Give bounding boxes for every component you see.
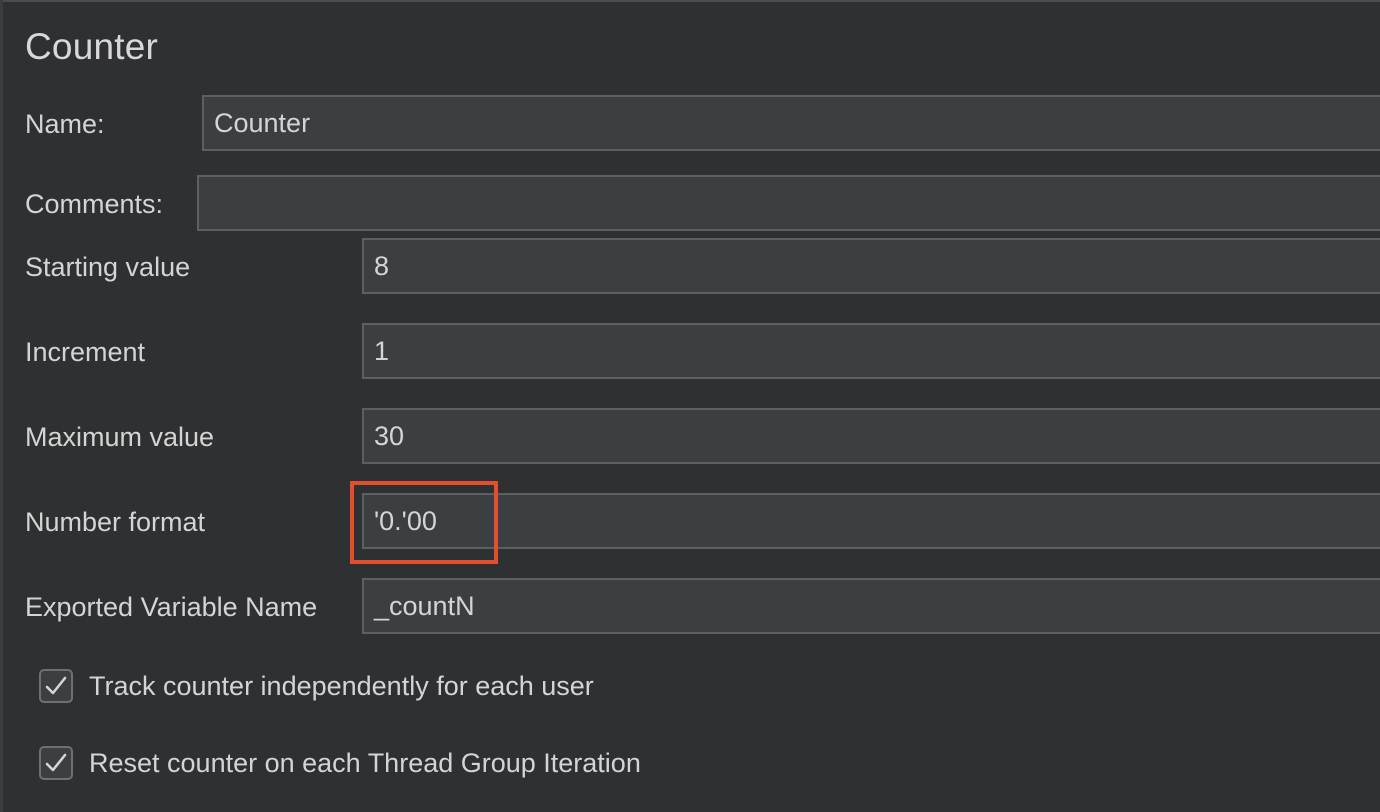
track-independently-checkbox[interactable] [39,669,73,703]
track-independently-label: Track counter independently for each use… [89,671,594,701]
increment-field-value: 1 [374,336,390,366]
increment-label: Increment [25,337,146,367]
panel-title: Counter [25,26,159,67]
name-label: Name: [25,109,105,139]
number-format-field-value: '0.'00 [374,506,437,536]
reset-each-iteration-label: Reset counter on each Thread Group Itera… [89,748,641,778]
reset-each-iteration-option[interactable]: Reset counter on each Thread Group Itera… [39,743,641,783]
window-top-edge [0,0,1380,2]
starting-value-field[interactable]: 8 [362,238,1380,294]
increment-field[interactable]: 1 [362,323,1380,379]
starting-value-label: Starting value [25,252,191,282]
comments-field[interactable] [197,175,1380,231]
comments-label: Comments: [25,189,164,219]
name-field-value: Counter [214,108,311,138]
track-independently-option[interactable]: Track counter independently for each use… [39,666,594,706]
exported-variable-name-label: Exported Variable Name [25,592,318,622]
name-field[interactable]: Counter [202,95,1380,151]
maximum-value-label: Maximum value [25,422,215,452]
number-format-field[interactable]: '0.'00 [362,493,1380,549]
number-format-label: Number format [25,507,206,537]
maximum-value-field[interactable]: 30 [362,408,1380,464]
checkmark-icon [45,676,67,695]
reset-each-iteration-checkbox[interactable] [39,746,73,780]
window-left-edge [0,0,3,812]
maximum-value-field-value: 30 [374,421,405,451]
checkmark-icon [45,753,67,772]
exported-variable-name-field[interactable]: _countN [362,578,1380,634]
starting-value-field-value: 8 [374,251,390,281]
exported-variable-name-field-value: _countN [374,591,475,621]
